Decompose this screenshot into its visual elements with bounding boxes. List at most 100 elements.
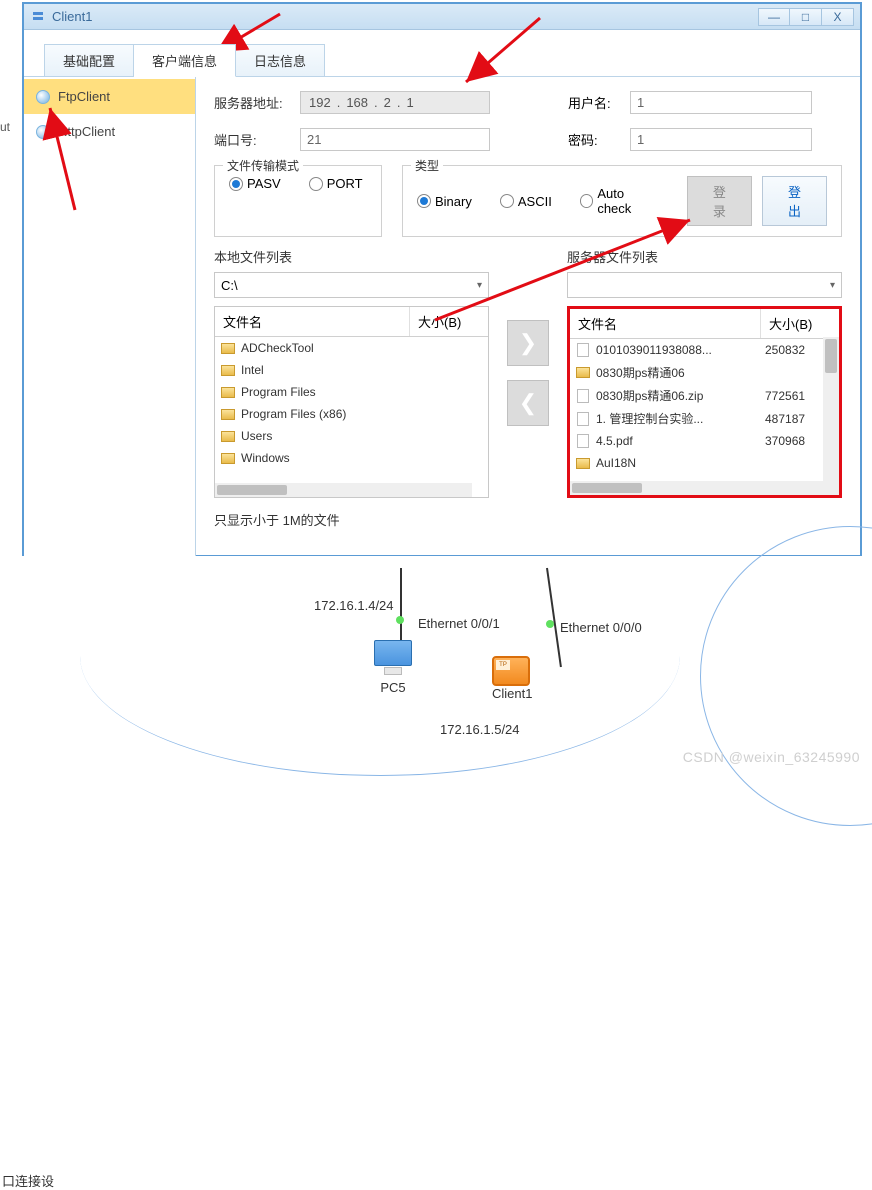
maximize-button[interactable]: □ [790, 8, 822, 26]
eth0-label: Ethernet 0/0/1 [418, 616, 500, 631]
radio-port[interactable]: PORT [309, 176, 363, 191]
table-row[interactable]: Users [215, 425, 488, 447]
bullet-icon [36, 125, 50, 139]
watermark: CSDN @weixin_63245990 [683, 749, 860, 765]
local-file-table: 文件名 大小(B) ADCheckToolIntelProgram FilesP… [214, 306, 489, 498]
server-ip-input[interactable]: 192. 168. 2. 1 [300, 91, 490, 114]
eth1-label: Ethernet 0/0/0 [560, 620, 642, 635]
footer-note: 只显示小于 1M的文件 [214, 510, 842, 529]
folder-icon [219, 340, 237, 356]
remote-path-select[interactable]: ▾ [567, 272, 842, 298]
file-icon [574, 388, 592, 404]
folder-icon [219, 384, 237, 400]
tab-basic-config[interactable]: 基础配置 [44, 44, 134, 77]
window-title: Client1 [52, 9, 758, 24]
username-label: 用户名: [568, 93, 622, 112]
port-dot-icon [396, 616, 404, 624]
window-buttons: — □ X [758, 8, 854, 26]
client-icon: TP [492, 656, 530, 686]
main-panel: 服务器地址: 192. 168. 2. 1 用户名: 端口号: 密码: [196, 77, 860, 557]
scrollbar-h[interactable] [570, 481, 823, 495]
transfer-buttons: ❯ ❮ [507, 320, 549, 426]
app-icon [30, 9, 46, 25]
scrollbar-h[interactable] [215, 483, 472, 497]
remote-file-column: 服务器文件列表 ▾ 文件名 大小(B) 0101039011938088...2… [567, 247, 842, 498]
file-section: 本地文件列表 C:\ ▾ 文件名 大小(B) ADCheckToolIntelP… [214, 247, 842, 498]
chevron-down-icon: ▾ [830, 280, 835, 291]
local-path-select[interactable]: C:\ ▾ [214, 272, 489, 298]
titlebar: Client1 — □ X [24, 4, 860, 30]
network-diagram: 口连接设 172.16.1.4/24 Ethernet 0/0/1 Ethern… [0, 556, 872, 771]
local-file-column: 本地文件列表 C:\ ▾ 文件名 大小(B) ADCheckToolIntelP… [214, 247, 489, 498]
password-input[interactable] [630, 128, 812, 151]
main-tabs: 基础配置 客户端信息 日志信息 [44, 44, 860, 77]
client-window: Client1 — □ X 基础配置 客户端信息 日志信息 FtpClient … [22, 2, 862, 557]
col-size: 大小(B) [410, 307, 488, 336]
radio-ascii[interactable]: ASCII [500, 194, 552, 209]
client1-node[interactable]: TP Client1 [492, 656, 532, 701]
radio-binary[interactable]: Binary [417, 194, 472, 209]
table-row[interactable]: AuI18N [570, 452, 839, 474]
transfer-mode-legend: 文件传输模式 [223, 157, 303, 174]
port-dot-icon [546, 620, 554, 628]
col-size: 大小(B) [761, 309, 839, 338]
type-fieldset: 类型 Binary ASCII Auto check 登录 登出 [402, 165, 842, 237]
upload-button[interactable]: ❯ [507, 320, 549, 366]
col-filename: 文件名 [570, 309, 761, 338]
folder-icon [219, 362, 237, 378]
table-row[interactable]: 0101039011938088...250832 [570, 339, 839, 361]
pc5-ip-label: 172.16.1.4/24 [314, 598, 394, 613]
folder-icon [574, 365, 592, 381]
table-row[interactable]: 1. 管理控制台实验...487187 [570, 407, 839, 430]
pc-icon [370, 640, 416, 680]
local-files-title: 本地文件列表 [214, 247, 489, 266]
type-legend: 类型 [411, 157, 443, 174]
download-button[interactable]: ❮ [507, 380, 549, 426]
radio-autocheck[interactable]: Auto check [580, 186, 659, 216]
file-icon [574, 433, 592, 449]
table-row[interactable]: Intel [215, 359, 488, 381]
table-row[interactable]: Program Files [215, 381, 488, 403]
logout-button[interactable]: 登出 [762, 176, 827, 226]
cropped-text-left-2: 口连接设 [2, 1171, 54, 1190]
username-input[interactable] [630, 91, 812, 114]
table-row[interactable]: Windows [215, 447, 488, 469]
sidebar: FtpClient HttpClient [24, 77, 196, 557]
cropped-text-left: ut [0, 120, 14, 150]
table-row[interactable]: Program Files (x86) [215, 403, 488, 425]
pc5-node[interactable]: PC5 [370, 640, 416, 695]
chevron-down-icon: ▾ [477, 280, 482, 291]
col-filename: 文件名 [215, 307, 410, 336]
minimize-button[interactable]: — [758, 8, 790, 26]
scrollbar-v[interactable] [823, 337, 839, 495]
table-row[interactable]: 4.5.pdf370968 [570, 430, 839, 452]
server-address-label: 服务器地址: [214, 93, 292, 112]
remote-file-table: 文件名 大小(B) 0101039011938088...2508320830期… [567, 306, 842, 498]
sidebar-item-ftpclient[interactable]: FtpClient [24, 79, 195, 114]
login-button[interactable]: 登录 [687, 176, 752, 226]
folder-icon [219, 406, 237, 422]
file-icon [574, 342, 592, 358]
close-button[interactable]: X [822, 8, 854, 26]
content: FtpClient HttpClient 服务器地址: 192. 168. 2.… [24, 76, 860, 557]
port-input[interactable] [300, 128, 490, 151]
tab-log-info[interactable]: 日志信息 [236, 44, 325, 77]
password-label: 密码: [568, 130, 622, 149]
sidebar-item-label: HttpClient [58, 124, 115, 139]
file-icon [574, 411, 592, 427]
bullet-icon [36, 90, 50, 104]
transfer-mode-fieldset: 文件传输模式 PASV PORT [214, 165, 382, 237]
folder-icon [219, 428, 237, 444]
table-row[interactable]: 0830期ps精通06 [570, 361, 839, 384]
tab-client-info[interactable]: 客户端信息 [134, 44, 236, 77]
folder-icon [219, 450, 237, 466]
folder-icon [574, 455, 592, 471]
sidebar-item-label: FtpClient [58, 89, 110, 104]
port-label: 端口号: [214, 130, 292, 149]
sidebar-item-httpclient[interactable]: HttpClient [24, 114, 195, 149]
radio-pasv[interactable]: PASV [229, 176, 281, 191]
remote-files-title: 服务器文件列表 [567, 247, 842, 266]
table-row[interactable]: 0830期ps精通06.zip772561 [570, 384, 839, 407]
table-row[interactable]: ADCheckTool [215, 337, 488, 359]
client1-ip-label: 172.16.1.5/24 [440, 722, 520, 737]
